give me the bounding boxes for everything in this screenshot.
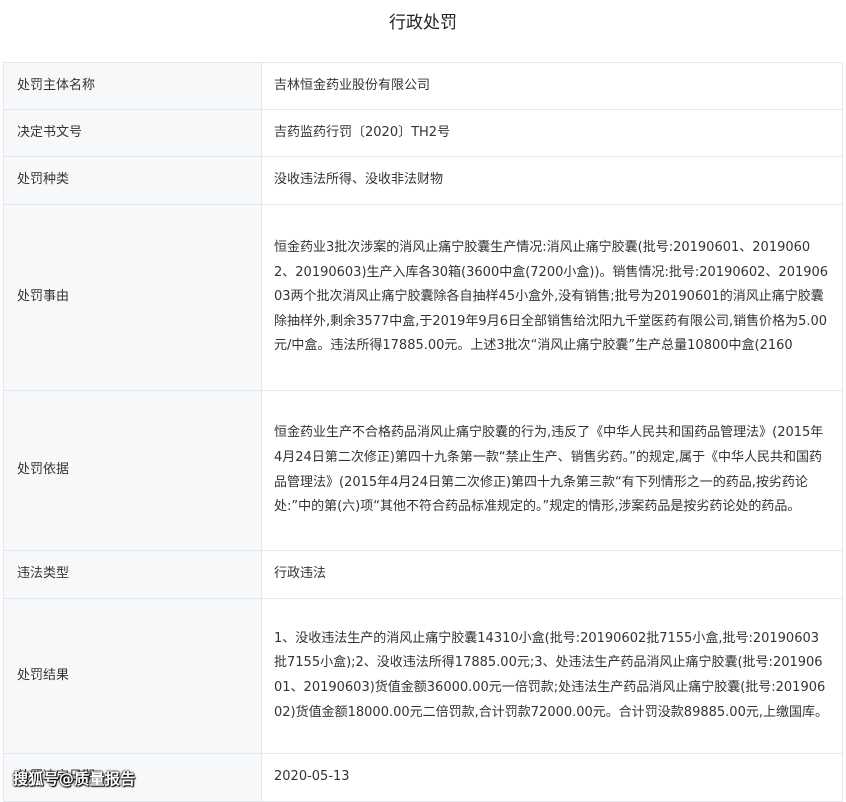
table-row: 处罚依据 恒金药业生产不合格药品消风止痛宁胶囊的行为,违反了《中华人民共和国药品…: [3, 390, 843, 551]
row-value-violation-type: 行政违法: [261, 550, 843, 599]
row-label-reason: 处罚事由: [3, 204, 262, 391]
row-value-decision-date: 2020-05-13: [261, 753, 843, 802]
table-row: 处罚种类 没收违法所得、没收非法财物: [3, 156, 843, 205]
row-label-subject: 处罚主体名称: [3, 62, 262, 110]
row-value-decision-number: 吉药监药行罚〔2020〕TH2号: [261, 109, 843, 157]
row-value-reason: 恒金药业3批次涉案的消风止痛宁胶囊生产情况:消风止痛宁胶囊(批号:2019060…: [261, 204, 843, 391]
penalty-info-table: 处罚主体名称 吉林恒金药业股份有限公司 决定书文号 吉药监药行罚〔2020〕TH…: [3, 62, 843, 802]
table-row: 决定书文号 吉药监药行罚〔2020〕TH2号: [3, 109, 843, 157]
row-label-basis: 处罚依据: [3, 390, 262, 551]
row-value-result: 1、没收违法生产的消风止痛宁胶囊14310小盒(批号:20190602批7155…: [261, 598, 843, 754]
table-row: 处罚主体名称 吉林恒金药业股份有限公司: [3, 62, 843, 110]
page-title: 行政处罚: [389, 13, 457, 33]
row-value-basis: 恒金药业生产不合格药品消风止痛宁胶囊的行为,违反了《中华人民共和国药品管理法》(…: [261, 390, 843, 551]
row-label-violation-type: 违法类型: [3, 550, 262, 599]
row-label-penalty-type: 处罚种类: [3, 156, 262, 205]
table-row: 处罚事由 恒金药业3批次涉案的消风止痛宁胶囊生产情况:消风止痛宁胶囊(批号:20…: [3, 204, 843, 391]
row-value-subject: 吉林恒金药业股份有限公司: [261, 62, 843, 110]
table-row: 处罚结果 1、没收违法生产的消风止痛宁胶囊14310小盒(批号:20190602…: [3, 598, 843, 754]
table-row: 违法类型 行政违法: [3, 550, 843, 599]
row-value-penalty-type: 没收违法所得、没收非法财物: [261, 156, 843, 205]
row-label-result: 处罚结果: [3, 598, 262, 754]
watermark-text: 搜狐号@质量报告: [13, 770, 136, 788]
row-label-decision-number: 决定书文号: [3, 109, 262, 157]
